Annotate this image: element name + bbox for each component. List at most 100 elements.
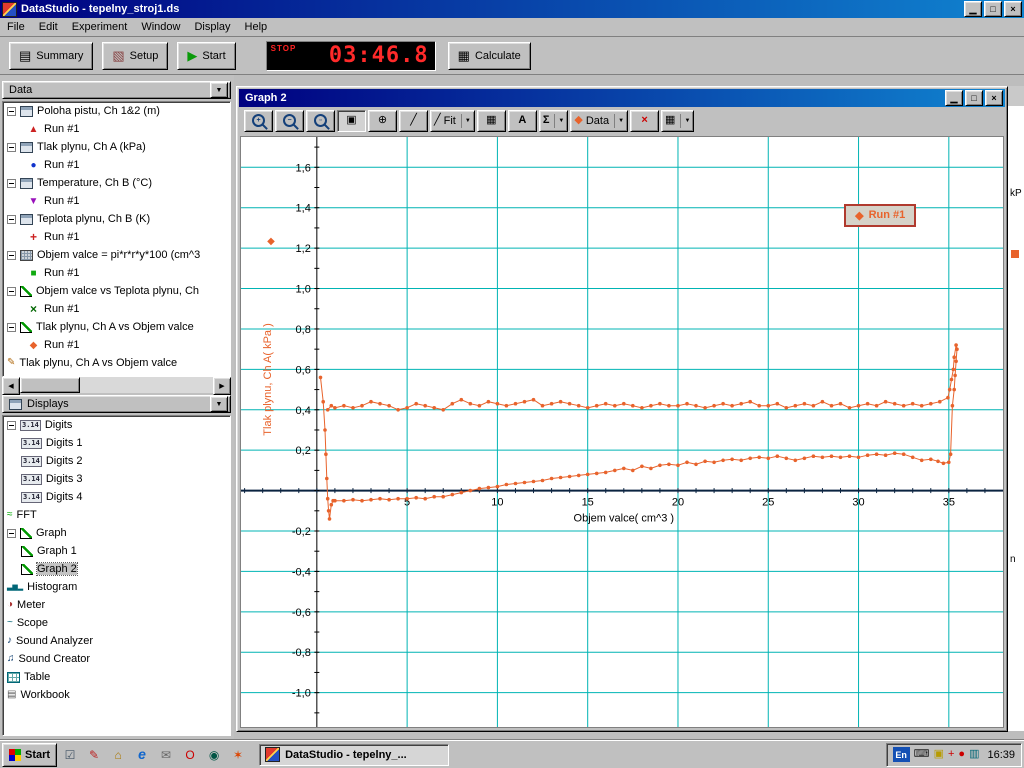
summary-button[interactable]: ▤ Summary	[9, 42, 93, 70]
run-row[interactable]: +Run #1	[3, 228, 230, 246]
graph-maximize-button[interactable]: □	[965, 90, 983, 106]
quick-launch-icon-1[interactable]: ☑	[59, 744, 81, 766]
display-item-row[interactable]: ♫Sound Creator	[3, 650, 230, 668]
calculator-button[interactable]: ▦	[477, 110, 506, 132]
display-item-row[interactable]: Graph 2	[3, 560, 230, 578]
quick-launch-icon-5[interactable]: ✉	[155, 744, 177, 766]
grid-settings-menu-button[interactable]: ▦▼	[661, 110, 694, 132]
zoom-in-button[interactable]: +	[244, 110, 273, 132]
menu-help[interactable]: Help	[238, 18, 275, 36]
scroll-thumb[interactable]	[20, 377, 80, 393]
expander-icon[interactable]	[7, 143, 16, 152]
quick-launch-icon-3[interactable]: ⌂	[107, 744, 129, 766]
xy-icon	[20, 322, 32, 333]
zoom-select-button[interactable]: ▫	[306, 110, 335, 132]
tray-icon-3[interactable]: +	[948, 749, 954, 760]
data-panel-dropdown-button[interactable]: ▼	[210, 82, 228, 98]
calculate-button[interactable]: ▦ Calculate	[448, 42, 531, 70]
scroll-left-button[interactable]: ◀	[2, 377, 20, 395]
maximize-button[interactable]: □	[984, 1, 1002, 17]
run-row[interactable]: ▲Run #1	[3, 120, 230, 138]
menu-experiment[interactable]: Experiment	[65, 18, 135, 36]
display-item-row[interactable]: ◑Meter	[3, 596, 230, 614]
start-button[interactable]: ▶ Start	[177, 42, 235, 70]
scope-icon: ~	[7, 618, 13, 628]
expander-icon[interactable]	[7, 179, 16, 188]
scale-to-fit-button[interactable]: ▣	[337, 110, 366, 132]
data-item-row[interactable]: Poloha pistu, Ch 1&2 (m)	[3, 102, 230, 120]
display-item-row[interactable]: Graph	[3, 524, 230, 542]
quick-launch-icon-2[interactable]: ✎	[83, 744, 105, 766]
run-row[interactable]: ●Run #1	[3, 156, 230, 174]
expander-icon[interactable]	[7, 323, 16, 332]
menu-display[interactable]: Display	[187, 18, 237, 36]
smart-tool-button[interactable]: ⊕	[368, 110, 397, 132]
scroll-right-button[interactable]: ▶	[213, 377, 231, 395]
display-item-row[interactable]: ~Scope	[3, 614, 230, 632]
text-annotation-button[interactable]: A	[508, 110, 537, 132]
language-indicator[interactable]: En	[893, 747, 910, 762]
meter-icon: ◑	[7, 600, 13, 610]
window-titlebar[interactable]: DataStudio - tepelny_stroj1.ds ▁ □ ×	[0, 0, 1024, 18]
displays-panel-dropdown-button[interactable]: ▼	[210, 396, 228, 412]
plot-area[interactable]: 1,61,41,21,00,80,60,40,2-0,2-0,4-0,6-0,8…	[240, 136, 1004, 728]
tray-icon-4[interactable]: ●	[958, 749, 965, 760]
setup-button[interactable]: ▧ Setup	[102, 42, 168, 70]
display-item-row[interactable]: Table	[3, 668, 230, 686]
quick-launch-icon-4[interactable]: e	[131, 743, 153, 765]
horizontal-scrollbar[interactable]: ◀ ▶	[2, 377, 231, 393]
data-item-row[interactable]: Tlak plynu, Ch A vs Objem valce	[3, 318, 230, 336]
data-item-row[interactable]: Tlak plynu, Ch A (kPa)	[3, 138, 230, 156]
fit-menu-button[interactable]: ╱Fit▼	[430, 110, 475, 132]
task-button-datastudio[interactable]: DataStudio - tepelny_...	[259, 744, 449, 766]
run-row[interactable]: ▼Run #1	[3, 192, 230, 210]
slope-tool-button[interactable]: ╱	[399, 110, 428, 132]
quick-launch-icon-8[interactable]: ✶	[227, 744, 249, 766]
display-item-label: Graph	[36, 527, 67, 539]
minimize-button[interactable]: ▁	[964, 1, 982, 17]
display-item-row[interactable]: ▤Workbook	[3, 686, 230, 704]
data-item-row[interactable]: Objem valce vs Teplota plynu, Ch	[3, 282, 230, 300]
menu-file[interactable]: File	[0, 18, 32, 36]
expander-icon[interactable]	[7, 421, 16, 430]
data-item-row[interactable]: Objem valce = pi*r*r*y*100 (cm^3	[3, 246, 230, 264]
graph-minimize-button[interactable]: ▁	[945, 90, 963, 106]
expander-icon[interactable]	[7, 215, 16, 224]
menu-window[interactable]: Window	[134, 18, 187, 36]
run-row[interactable]: ×Run #1	[3, 300, 230, 318]
smart-tool-icon: ⊕	[378, 115, 387, 126]
display-item-row[interactable]: ≈FFT	[3, 506, 230, 524]
display-item-row[interactable]: 3.14Digits 1	[3, 434, 230, 452]
statistics-menu-button[interactable]: Σ▼	[539, 110, 569, 132]
run-row[interactable]: ◆Run #1	[3, 336, 230, 354]
expander-icon[interactable]	[7, 251, 16, 260]
tray-icon-5[interactable]: ▥	[969, 749, 979, 760]
data-item-row[interactable]: ✎Tlak plynu, Ch A vs Objem valce	[3, 354, 230, 372]
graph-window-titlebar[interactable]: Graph 2 ▁ □ ×	[239, 89, 1005, 107]
menu-edit[interactable]: Edit	[32, 18, 65, 36]
expander-icon[interactable]	[7, 529, 16, 538]
display-item-row[interactable]: ♪Sound Analyzer	[3, 632, 230, 650]
quick-launch-icon-6[interactable]: O	[179, 744, 201, 766]
delete-button[interactable]: ×	[630, 110, 659, 132]
tray-icon-1[interactable]: ⌨	[914, 749, 930, 760]
close-button[interactable]: ×	[1004, 1, 1022, 17]
display-item-row[interactable]: 3.14Digits 4	[3, 488, 230, 506]
zoom-out-button[interactable]: −	[275, 110, 304, 132]
quick-launch-icon-7[interactable]: ◉	[203, 744, 225, 766]
display-item-row[interactable]: 3.14Digits 2	[3, 452, 230, 470]
display-item-row[interactable]: ▃▆▂Histogram	[3, 578, 230, 596]
display-item-row[interactable]: 3.14Digits 3	[3, 470, 230, 488]
display-item-row[interactable]: Graph 1	[3, 542, 230, 560]
start-menu-button[interactable]: Start	[2, 743, 57, 767]
graph-close-button[interactable]: ×	[985, 90, 1003, 106]
run-row[interactable]: ■Run #1	[3, 264, 230, 282]
data-item-row[interactable]: Temperature, Ch B (°C)	[3, 174, 230, 192]
expander-icon[interactable]	[7, 107, 16, 116]
expander-icon[interactable]	[7, 287, 16, 296]
data-menu-button[interactable]: ◆Data▼	[570, 110, 628, 132]
legend[interactable]: ◆ Run #1	[844, 204, 916, 227]
data-item-row[interactable]: Teplota plynu, Ch B (K)	[3, 210, 230, 228]
display-item-row[interactable]: 3.14Digits	[3, 416, 230, 434]
tray-icon-2[interactable]: ▣	[934, 749, 944, 760]
